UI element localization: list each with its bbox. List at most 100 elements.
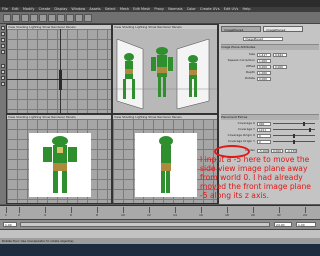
attr-row-coverage-origin-y: Coverage Origin Y 0 [223, 139, 317, 144]
attr-slider[interactable] [273, 139, 315, 144]
attr-label: Rotate [245, 76, 255, 80]
scale-tool-icon[interactable] [1, 50, 5, 54]
slider-knob[interactable] [309, 127, 311, 132]
attr-field[interactable]: 1.417 [257, 52, 271, 57]
viewport-persp[interactable]: View Shading Lighting Show Renderer Pane… [112, 24, 218, 114]
shelf-button[interactable] [66, 14, 74, 22]
attr-slider[interactable] [273, 133, 315, 138]
tab-imageplane2[interactable]: imagePlane2 [263, 26, 303, 32]
current-frame-field[interactable]: 1.00 [296, 222, 316, 227]
node-name-row: imagePlane2 [223, 36, 317, 41]
menu-item[interactable]: Assets [89, 7, 100, 11]
slider-knob[interactable] [293, 139, 295, 144]
time-tick-label: 22 [277, 213, 281, 217]
outliner-icon[interactable] [1, 82, 5, 86]
command-line[interactable] [0, 229, 320, 238]
shelf-button[interactable] [3, 14, 11, 22]
menu-item[interactable]: Edit UVs [224, 7, 239, 11]
menu-item[interactable]: Select [105, 7, 116, 11]
attr-slider[interactable] [273, 121, 315, 126]
attr-field[interactable]: 0 [257, 133, 271, 138]
layout-single-icon[interactable] [1, 64, 5, 68]
slider-knob[interactable] [293, 133, 295, 138]
attr-field[interactable]: 1.000 [257, 58, 271, 63]
attr-row-offset: Offset 0.000 0.000 [223, 64, 317, 69]
attr-field[interactable]: 0.000 [257, 76, 271, 81]
attr-row-coverage-x: Coverage X 640 [223, 121, 317, 126]
time-tick-label: 20 [251, 213, 255, 217]
menu-item[interactable]: Display [54, 7, 67, 11]
section-header[interactable]: Placement Extras [221, 114, 319, 120]
move-tool-icon[interactable] [1, 38, 5, 42]
menu-item[interactable]: Create [39, 7, 51, 11]
layout-four-icon[interactable] [1, 70, 5, 74]
center-z-field[interactable]: -0.130 [285, 148, 297, 153]
range-start-field[interactable]: 1.00 [3, 222, 17, 227]
time-tick-label: 12 [147, 213, 151, 217]
menu-item[interactable]: Create UVs [200, 7, 220, 11]
attr-field[interactable]: 0 [257, 139, 271, 144]
attr-field[interactable]: 640 [257, 121, 271, 126]
attr-row-depth: Depth 1.000 [223, 70, 317, 75]
menu-item[interactable]: Window [71, 7, 85, 11]
front-character-image [43, 136, 77, 193]
menu-item[interactable]: Normals [168, 7, 183, 11]
shelf-button[interactable] [75, 14, 83, 22]
slider-knob[interactable] [303, 121, 305, 126]
menu-item[interactable]: File [2, 7, 8, 11]
shelf-button[interactable] [48, 14, 56, 22]
shelf-button[interactable] [21, 14, 29, 22]
shelf-button[interactable] [12, 14, 20, 22]
attr-label: Coverage Y [237, 127, 255, 131]
menu-item[interactable]: Edit [12, 7, 19, 11]
viewport-top[interactable]: View Shading Lighting Show Renderer Pane… [6, 24, 112, 114]
shelf-button[interactable] [57, 14, 65, 22]
annotation-text: I input a -5 here to move the side view … [200, 155, 311, 200]
shelf-toolbar [0, 12, 320, 24]
attr-field[interactable]: 0.000 [257, 64, 271, 69]
menu-item[interactable]: Color [187, 7, 196, 11]
persp-scene [113, 38, 217, 110]
shelf-button[interactable] [84, 14, 92, 22]
attr-row-coverage-origin-x: Coverage Origin X 0 [223, 133, 317, 138]
attr-row-size: Size 1.417 0.944 [223, 52, 317, 57]
attr-label: Sqeeze Correction [227, 58, 255, 62]
range-end-field[interactable]: 24.00 [274, 222, 292, 227]
time-tick-label: 24 [303, 213, 307, 217]
attr-slider[interactable] [273, 127, 315, 132]
time-slider[interactable]: 1 2 4 6 8 10 12 14 16 18 20 22 24 [0, 205, 320, 219]
layout-two-icon[interactable] [1, 76, 5, 80]
tab-imageplane1[interactable]: imagePlane1 [221, 26, 261, 32]
shelf-button[interactable] [30, 14, 38, 22]
time-tick-label: 10 [121, 213, 125, 217]
time-tick-label: 14 [173, 213, 177, 217]
range-bar[interactable] [20, 222, 270, 227]
menu-item[interactable]: Edit Mesh [133, 7, 150, 11]
time-tick-label: 8 [96, 213, 98, 217]
attr-field[interactable]: 1211 [257, 127, 271, 132]
select-tool-icon[interactable] [1, 26, 5, 30]
window-title-bar [0, 0, 320, 7]
rotate-tool-icon[interactable] [1, 44, 5, 48]
menu-item[interactable]: Modify [23, 7, 35, 11]
side-character-image [159, 136, 173, 193]
shelf-button[interactable] [39, 14, 47, 22]
attribute-editor-tabs: imagePlane1 imagePlane2 [221, 26, 319, 32]
time-tick-label: 4 [44, 213, 46, 217]
attr-field[interactable]: 0.944 [273, 52, 287, 57]
menu-item[interactable]: Mesh [120, 7, 129, 11]
viewport-front[interactable]: View Shading Lighting Show Renderer Pane… [6, 114, 112, 204]
time-tick-label: 6 [70, 213, 72, 217]
attr-field[interactable]: 1.000 [257, 70, 271, 75]
menu-item[interactable]: Proxy [154, 7, 164, 11]
section-header[interactable]: Image Plane Attributes [221, 44, 319, 50]
attr-field[interactable]: 0.000 [273, 64, 287, 69]
attr-label: Coverage X [237, 121, 255, 125]
menu-item[interactable]: Help [242, 7, 250, 11]
node-name-field[interactable]: imagePlane2 [243, 36, 283, 41]
lasso-tool-icon[interactable] [1, 32, 5, 36]
center-y-field[interactable]: 0.000 [271, 148, 283, 153]
time-tick-label: 16 [199, 213, 203, 217]
center-x-field[interactable]: -5.000 [257, 148, 269, 153]
attr-label: Coverage Origin X [227, 133, 255, 137]
